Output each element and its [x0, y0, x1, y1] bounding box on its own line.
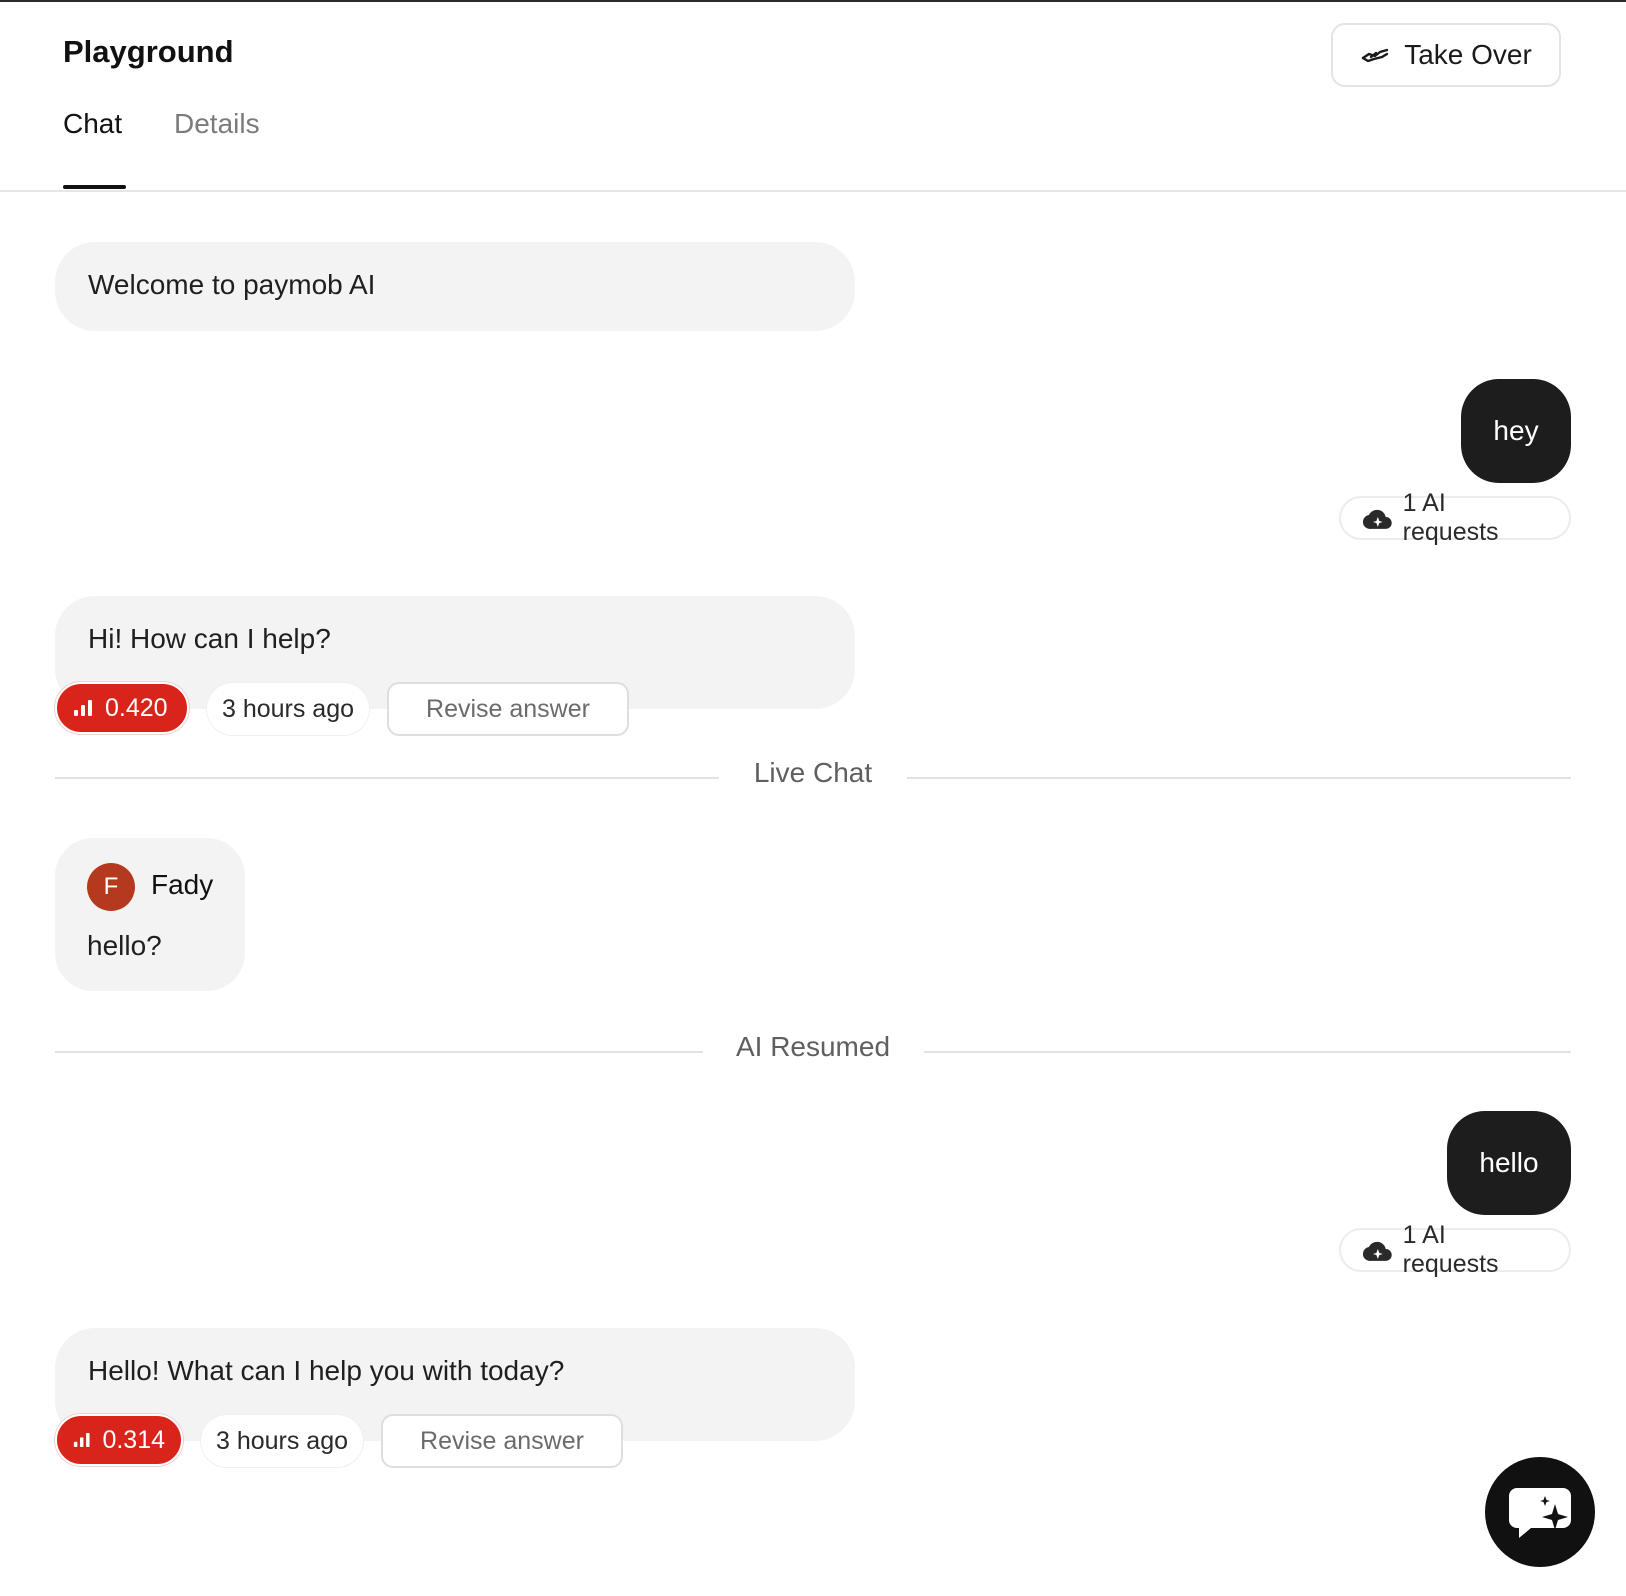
active-tab-indicator: [63, 185, 126, 189]
timestamp-badge: 3 hours ago: [207, 683, 369, 735]
user-message-hey: hey: [1461, 379, 1571, 483]
bot-message-text: Hello! What can I help you with today?: [88, 1355, 565, 1386]
revise-answer-button[interactable]: Revise answer: [381, 1414, 623, 1468]
bot-message-welcome: Welcome to paymob AI: [55, 242, 855, 331]
user-message-text: hello: [1479, 1147, 1539, 1178]
ai-requests-badge: 1 AI requests: [1339, 1221, 1571, 1278]
agent-message: F Fady hello?: [55, 838, 245, 991]
confidence-score-badge: 0.314: [55, 1414, 183, 1466]
page-title: Playground: [63, 34, 234, 69]
chat-launcher-button[interactable]: [1485, 1457, 1595, 1567]
separator-label: AI Resumed: [735, 1031, 891, 1062]
separator-line: [924, 1051, 1571, 1053]
separator-label: Live Chat: [753, 757, 873, 788]
score-value: 0.420: [105, 693, 168, 722]
bot-message-text: Welcome to paymob AI: [88, 269, 376, 300]
handshake-icon: [1361, 48, 1389, 63]
ai-resumed-separator: AI Resumed: [55, 1031, 1571, 1071]
signal-bars-icon: [73, 1433, 90, 1447]
header-divider: [0, 190, 1626, 192]
tab-details[interactable]: Details: [174, 108, 260, 140]
agent-message-text: hello?: [87, 930, 162, 961]
take-over-button[interactable]: Take Over: [1331, 23, 1561, 87]
live-chat-separator: Live Chat: [55, 757, 1571, 797]
ai-requests-badge: 1 AI requests: [1339, 489, 1571, 546]
separator-line: [907, 777, 1571, 779]
cloud-sparkle-icon: [1363, 509, 1392, 529]
timestamp-badge: 3 hours ago: [201, 1415, 363, 1467]
take-over-label: Take Over: [1404, 39, 1532, 70]
agent-name: Fady: [151, 869, 214, 900]
tab-chat[interactable]: Chat: [63, 108, 122, 140]
user-message-hello: hello: [1447, 1111, 1571, 1215]
ai-requests-text: 1 AI requests: [1402, 489, 1499, 546]
cloud-sparkle-icon: [1363, 1241, 1392, 1261]
signal-bars-icon: [74, 700, 92, 716]
score-value: 0.314: [102, 1425, 165, 1454]
revise-answer-button[interactable]: Revise answer: [387, 682, 629, 736]
playground-page: Playground Take Over Chat Details Welcom…: [0, 0, 1626, 1596]
ai-requests-text: 1 AI requests: [1402, 1221, 1499, 1278]
user-message-text: hey: [1493, 415, 1539, 446]
chat-sparkle-icon: [1509, 1488, 1571, 1538]
confidence-score-badge: 0.420: [55, 682, 189, 734]
avatar: F: [87, 863, 135, 911]
bot-message-text: Hi! How can I help?: [88, 623, 331, 654]
